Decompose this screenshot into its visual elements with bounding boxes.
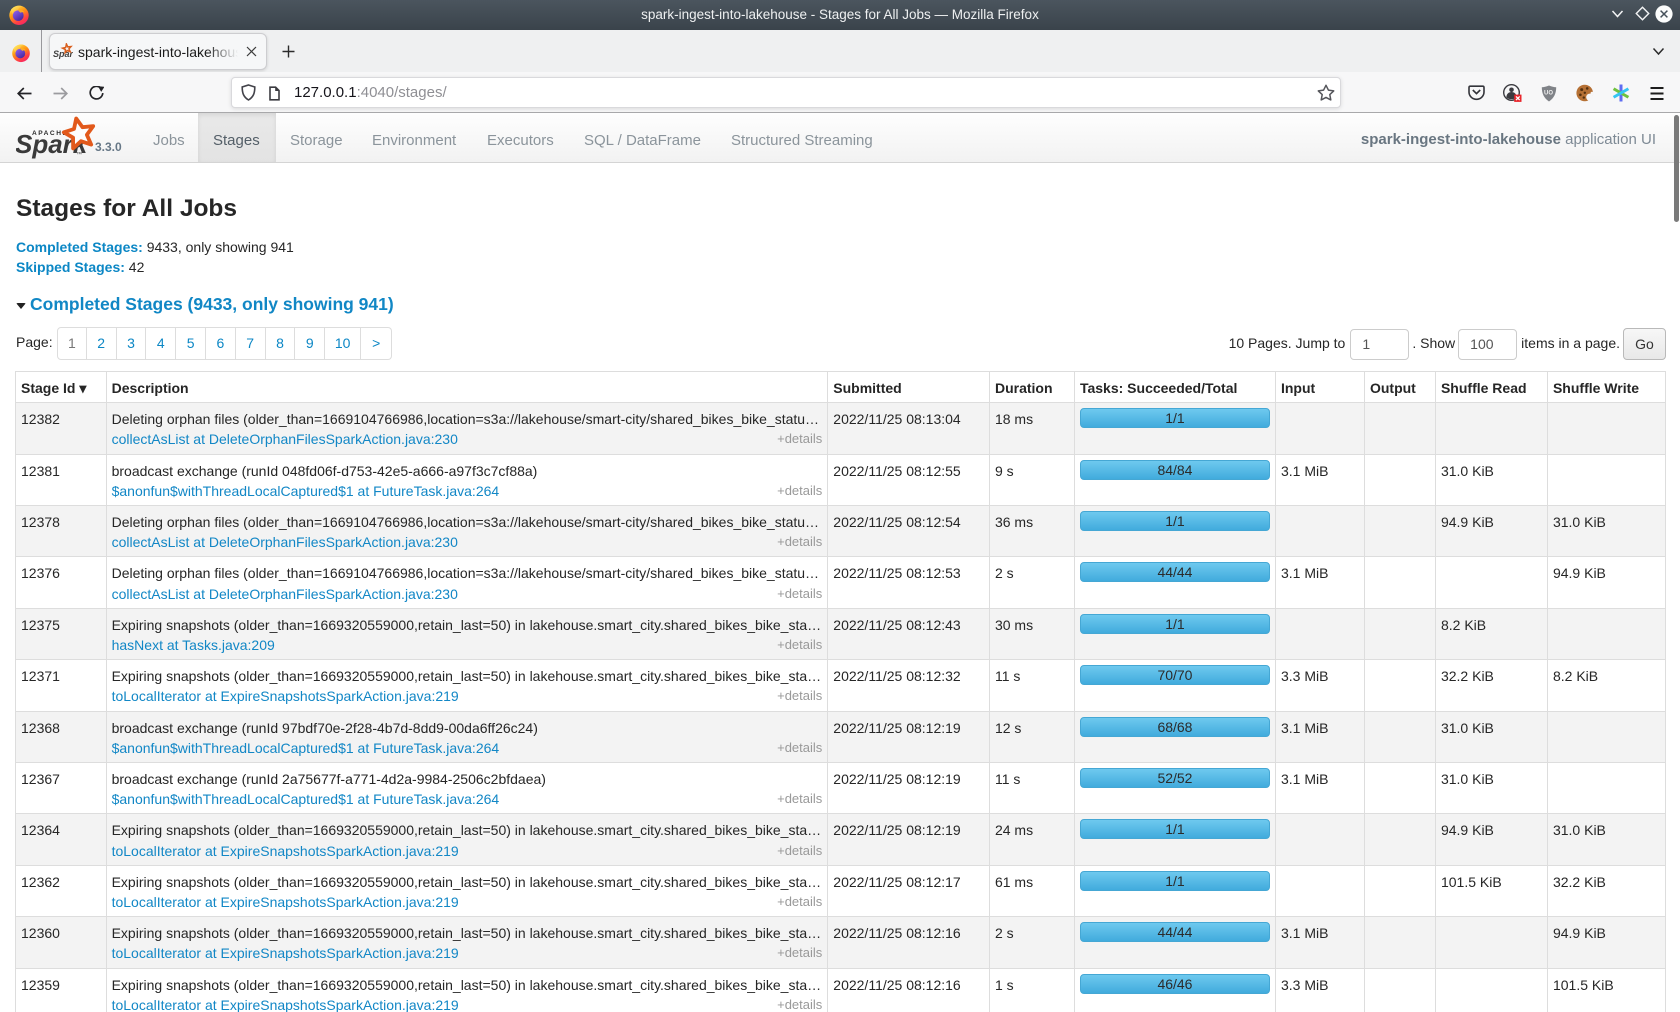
svg-text:™: ™ bbox=[76, 151, 82, 158]
svg-text:UO: UO bbox=[1544, 91, 1553, 97]
